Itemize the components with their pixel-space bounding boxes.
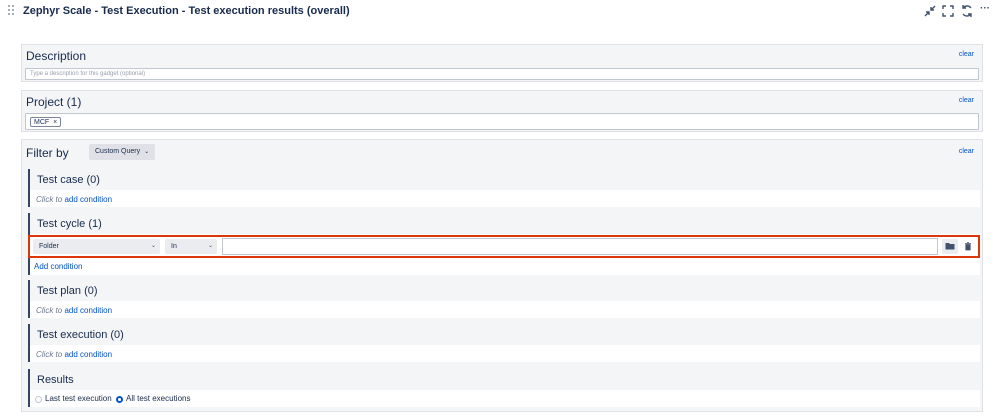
description-clear-link[interactable]: clear bbox=[959, 51, 974, 58]
test-case-add-condition-link[interactable]: add condition bbox=[64, 195, 112, 204]
filter-title: Filter by bbox=[26, 146, 69, 160]
project-input[interactable]: MCF × bbox=[25, 113, 979, 130]
chevron-down-icon: ⌄ bbox=[144, 149, 150, 155]
test-plan-add-condition-link[interactable]: add condition bbox=[64, 306, 112, 315]
trash-icon bbox=[965, 242, 971, 251]
operator-select-label: In bbox=[171, 243, 177, 250]
test-execution-block: Test execution (0) Click to add conditio… bbox=[28, 324, 980, 362]
folder-picker-button[interactable] bbox=[942, 239, 958, 254]
all-executions-radio[interactable] bbox=[116, 396, 123, 403]
query-type-select[interactable]: Custom Query ⌄ bbox=[89, 144, 156, 160]
test-plan-title: Test plan (0) bbox=[37, 285, 98, 297]
refresh-icon[interactable] bbox=[959, 3, 975, 19]
chevron-down-icon: ⌄ bbox=[150, 243, 156, 249]
drag-handle-icon[interactable] bbox=[8, 5, 16, 17]
chevron-down-icon: ⌄ bbox=[207, 243, 213, 249]
test-plan-add-row: Click to add condition bbox=[36, 306, 113, 315]
tag-remove-icon[interactable]: × bbox=[53, 119, 57, 126]
results-title: Results bbox=[37, 374, 74, 386]
test-plan-block: Test plan (0) Click to add condition bbox=[28, 280, 980, 318]
test-cycle-add-row: Add condition bbox=[34, 262, 82, 271]
field-select[interactable]: Folder ⌄ bbox=[33, 239, 160, 254]
more-icon[interactable]: ··· bbox=[980, 3, 996, 19]
operator-select[interactable]: In ⌄ bbox=[165, 239, 217, 254]
results-block: Results Last test execution All test exe… bbox=[28, 369, 980, 407]
test-case-add-row: Click to add condition bbox=[36, 195, 113, 204]
filter-section: Filter by Custom Query ⌄ clear Test case … bbox=[21, 139, 983, 412]
project-tag-label: MCF bbox=[34, 119, 50, 126]
project-tag: MCF × bbox=[30, 117, 62, 127]
test-execution-add-condition-link[interactable]: add condition bbox=[64, 350, 112, 359]
gadget-title: Zephyr Scale - Test Execution - Test exe… bbox=[23, 5, 350, 17]
project-title: Project (1) bbox=[26, 95, 82, 109]
filter-clear-link[interactable]: clear bbox=[959, 148, 974, 155]
test-cycle-add-condition-link[interactable]: Add condition bbox=[34, 262, 82, 271]
last-execution-label: Last test execution bbox=[45, 394, 112, 403]
condition-row: Folder ⌄ In ⌄ bbox=[28, 235, 980, 258]
last-execution-radio[interactable] bbox=[35, 396, 42, 403]
field-select-label: Folder bbox=[39, 243, 59, 250]
condition-value-input[interactable] bbox=[222, 238, 938, 255]
test-execution-title: Test execution (0) bbox=[37, 329, 124, 341]
minimize-icon[interactable] bbox=[922, 3, 938, 19]
project-section: Project (1) clear MCF × bbox=[21, 90, 983, 132]
description-title: Description bbox=[26, 49, 87, 63]
test-execution-add-row: Click to add condition bbox=[36, 350, 113, 359]
test-case-title: Test case (0) bbox=[37, 174, 100, 186]
all-executions-label: All test executions bbox=[126, 394, 191, 403]
description-input[interactable]: Type a description for this gadget (opti… bbox=[25, 68, 979, 80]
gadget-header: Zephyr Scale - Test Execution - Test exe… bbox=[0, 0, 998, 24]
folder-icon bbox=[945, 243, 955, 250]
delete-condition-button[interactable] bbox=[962, 239, 974, 254]
test-cycle-title: Test cycle (1) bbox=[37, 218, 102, 230]
test-case-block: Test case (0) Click to add condition bbox=[28, 169, 980, 207]
description-section: Description clear Type a description for… bbox=[21, 44, 983, 82]
query-type-label: Custom Query bbox=[95, 148, 141, 155]
project-clear-link[interactable]: clear bbox=[959, 97, 974, 104]
fullscreen-icon[interactable] bbox=[940, 3, 956, 19]
test-cycle-block: Test cycle (1) Folder ⌄ In ⌄ Add condition bbox=[28, 213, 980, 275]
